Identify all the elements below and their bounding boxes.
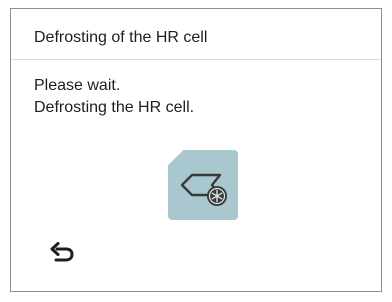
message-line-defrosting: Defrosting the HR cell. [34, 99, 195, 116]
back-arrow-icon [50, 242, 74, 262]
message-line-wait: Please wait. [34, 77, 121, 94]
title-divider [11, 59, 381, 60]
status-message: Please wait. Defrosting the HR cell. [34, 75, 194, 119]
back-button[interactable] [47, 241, 75, 267]
page-title: Defrosting of the HR cell [34, 29, 208, 46]
display-screen: Defrosting of the HR cell Please wait. D… [10, 8, 382, 292]
hr-cell-defrost-icon [168, 150, 238, 220]
